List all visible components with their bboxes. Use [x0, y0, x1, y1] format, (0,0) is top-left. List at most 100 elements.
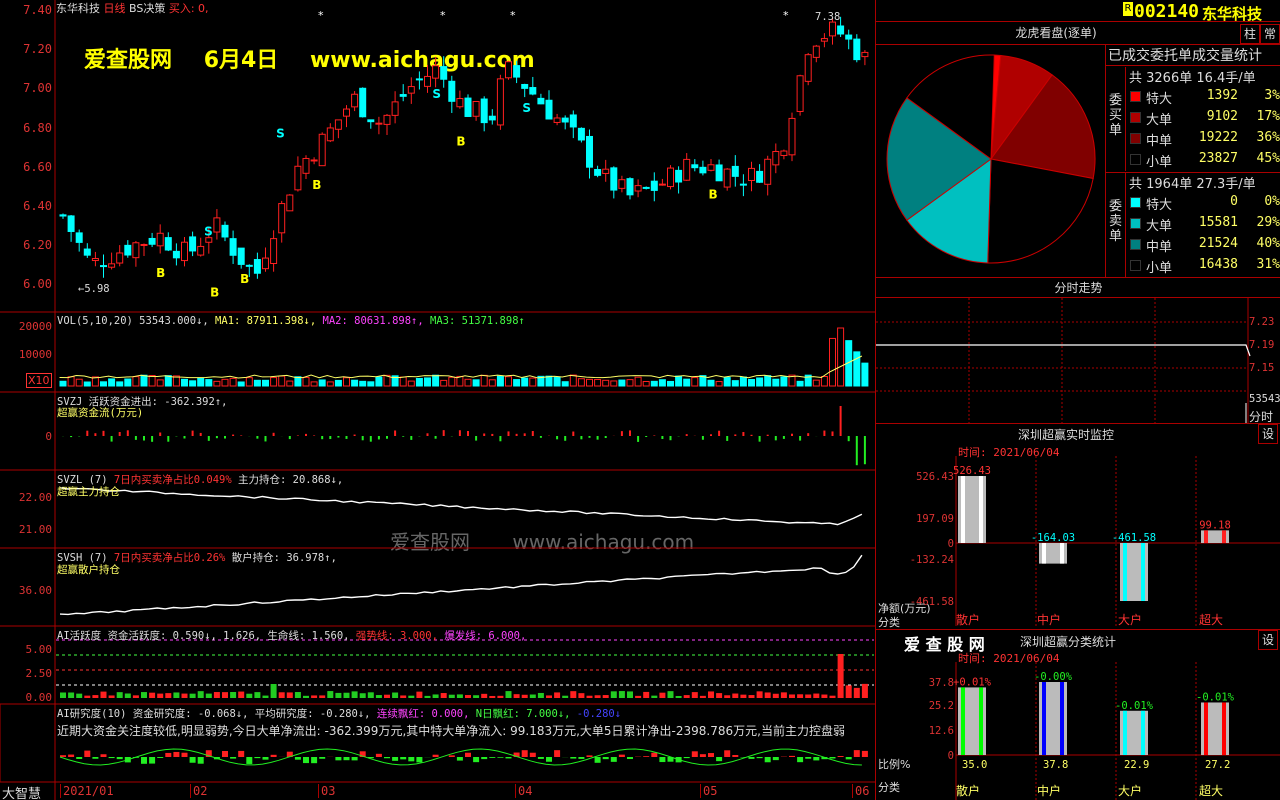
candle-up	[780, 150, 788, 156]
svzj-bar	[467, 431, 469, 436]
svzj-bar	[507, 431, 510, 436]
monitor-bar-stripe	[1222, 530, 1226, 543]
research-bar	[465, 752, 471, 757]
svzj-bar	[556, 436, 559, 440]
volume-bar	[586, 378, 593, 387]
candle-down	[675, 169, 683, 183]
monitor-axis-tick: 197.09	[916, 513, 954, 525]
ai-bar	[627, 691, 633, 698]
ai-bar	[699, 695, 706, 698]
research-bar	[165, 752, 172, 757]
classify-bar-chart: 37.825.212.60+0.01%35.0散户-0.00%37.8中户-0.…	[929, 662, 1280, 800]
candle-down	[440, 66, 448, 80]
svzj-bar	[329, 436, 332, 440]
classify-settings-button[interactable]: 设	[1258, 630, 1278, 650]
vol-axis-20000: 20000	[18, 320, 52, 333]
normal-button[interactable]: 常	[1260, 24, 1280, 44]
svzj-bar	[442, 430, 445, 436]
volume-bar	[667, 380, 674, 387]
candle-down	[245, 264, 253, 267]
vol-unit-badge: X10	[26, 373, 52, 388]
candle-down	[715, 164, 723, 182]
candle-up	[829, 21, 836, 37]
svzj-bar	[159, 432, 162, 436]
svzj-bar	[685, 434, 688, 436]
classify-value-label: 22.9	[1124, 759, 1149, 771]
research-bar	[481, 757, 488, 760]
ai-bar	[618, 691, 625, 698]
candle-down	[100, 265, 107, 268]
ai-bar	[311, 695, 318, 698]
svzj-bar	[434, 436, 437, 439]
svzj-bar	[782, 436, 785, 439]
ai-bar	[845, 685, 852, 698]
classify-category-label: 大户	[1118, 783, 1142, 798]
volume-bar	[464, 378, 472, 387]
research-bar	[521, 750, 528, 757]
ai-bar	[780, 692, 787, 698]
svzj-bar	[199, 432, 202, 436]
research-commentary: 近期大资金关注度较低,明显弱势,今日大单净流出: -362.399万元,其中特大…	[57, 724, 845, 738]
candle-down	[853, 38, 861, 61]
candle-up	[424, 75, 431, 87]
svzj-bar	[539, 436, 542, 438]
svzj-bar	[580, 436, 583, 440]
column-button[interactable]: 柱	[1240, 24, 1260, 44]
svzj-bar	[596, 436, 599, 440]
volume-bar	[124, 378, 132, 387]
volume-bar	[675, 375, 683, 387]
volume-bar	[262, 379, 269, 387]
volume-bar	[764, 375, 772, 387]
candle-up	[286, 194, 294, 212]
ai-bar	[343, 692, 350, 698]
x-axis-tick: 2021/01	[60, 784, 114, 798]
ai-bar	[691, 692, 698, 698]
svzj-bar	[807, 433, 810, 436]
ai-bar	[683, 695, 690, 698]
sell-signal-icon: S	[522, 101, 531, 115]
buy-signal-icon: B	[709, 188, 718, 202]
volume-bar	[602, 379, 610, 387]
vol-ma1-line	[59, 355, 863, 379]
candle-up	[270, 238, 278, 264]
monitor-settings-button[interactable]: 设	[1258, 424, 1278, 444]
candle-up	[140, 243, 148, 246]
ai-bar	[829, 695, 836, 698]
svzj-bar	[256, 436, 259, 439]
classify-bar-stripe	[1060, 682, 1064, 755]
candle-up	[108, 263, 116, 268]
sell-pct: 29%	[1256, 215, 1280, 230]
monitor-x-title: 分类	[878, 616, 900, 629]
volume-bar	[343, 377, 350, 387]
candle-up	[723, 168, 731, 188]
research-bar	[772, 757, 779, 761]
timeline-chart[interactable]	[876, 298, 1280, 423]
candle-up	[334, 119, 342, 130]
monitor-axis-tick: 0	[948, 538, 954, 550]
research-bar	[76, 757, 83, 759]
svzj-bar	[734, 434, 737, 436]
svzj-sub: 超赢资金流(万元)	[57, 407, 144, 419]
buy-swatch-icon	[1130, 91, 1141, 102]
volume-bar	[691, 377, 699, 387]
price-high-annotation: 7.38	[815, 11, 840, 23]
candle-down	[148, 237, 156, 245]
main-chart-area[interactable]: 东华科技 日线 BS决策 买入: 0, 7.40 7.20 7.00 6.80 6.60…	[0, 0, 875, 800]
svzj-bar	[377, 436, 380, 440]
candle-up	[505, 61, 512, 79]
svzj-bar	[718, 430, 721, 436]
research-bar	[586, 755, 593, 757]
svzj-bar	[564, 436, 567, 441]
candle-down	[124, 244, 132, 256]
ai-bar	[440, 693, 447, 698]
research-bar	[602, 757, 609, 760]
candle-down	[845, 34, 853, 40]
ai-bar	[359, 693, 366, 698]
research-bar	[92, 757, 99, 759]
ai-bar	[708, 691, 714, 698]
research-bar	[189, 757, 196, 763]
svzj-bar	[426, 433, 429, 436]
bottom-left-brand: 大智慧	[2, 787, 42, 800]
monitor-bar-中户: -164.03 中户	[1031, 532, 1075, 626]
volume-bar	[100, 381, 107, 387]
